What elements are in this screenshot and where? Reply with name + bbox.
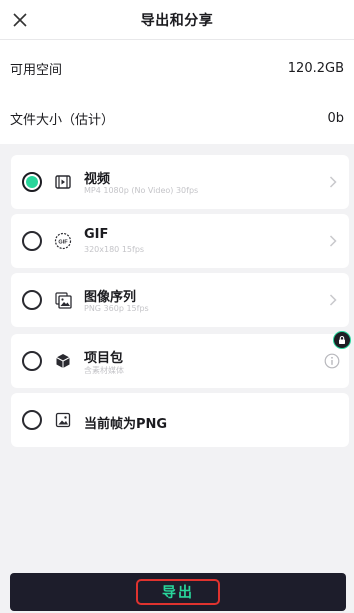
export-button[interactable]: 导出 — [136, 579, 220, 605]
option-image-sequence[interactable]: 图像序列 PNG 360p 15fps — [11, 273, 349, 327]
option-name: 项目包 — [84, 351, 124, 366]
radio-unselected[interactable] — [22, 410, 42, 430]
radio-unselected[interactable] — [22, 351, 42, 371]
chevron-right-icon[interactable] — [327, 292, 339, 308]
radio-selected[interactable] — [22, 172, 42, 192]
option-name: 图像序列 — [84, 290, 137, 305]
file-size-value: 0b — [327, 110, 344, 126]
option-name: GIF — [84, 227, 109, 242]
option-name: 当前帧为PNG — [84, 417, 168, 432]
top-bar: 导出和分享 — [0, 0, 354, 40]
radio-unselected[interactable] — [22, 231, 42, 251]
export-bar[interactable]: 导出 — [10, 573, 346, 611]
chevron-right-icon[interactable] — [327, 174, 339, 190]
info-icon[interactable] — [324, 353, 340, 369]
close-icon[interactable] — [8, 8, 32, 32]
radio-unselected[interactable] — [22, 290, 42, 310]
video-icon — [54, 173, 72, 191]
available-space-label: 可用空间 — [10, 62, 63, 78]
storage-info: 可用空间 120.2GB 文件大小（估计） 0b — [0, 40, 354, 144]
page-title: 导出和分享 — [140, 12, 214, 29]
option-current-frame-png[interactable]: 当前帧为PNG — [11, 393, 349, 447]
option-desc: 含素材媒体 — [84, 366, 124, 375]
available-space-row: 可用空间 120.2GB — [0, 48, 354, 88]
chevron-right-icon[interactable] — [327, 233, 339, 249]
option-desc: 320x180 15fps — [84, 245, 145, 254]
option-desc: PNG 360p 15fps — [84, 304, 149, 313]
file-size-row: 文件大小（估计） 0b — [0, 98, 354, 138]
option-name: 视频 — [84, 172, 111, 187]
package-icon — [54, 352, 72, 370]
svg-text:GIF: GIF — [58, 239, 68, 245]
option-desc: MP4 1080p (No Video) 30fps — [84, 186, 199, 195]
option-project-package[interactable]: 项目包 含素材媒体 — [11, 334, 349, 388]
available-space-value: 120.2GB — [287, 60, 344, 76]
option-video[interactable]: 视频 MP4 1080p (No Video) 30fps — [11, 155, 349, 209]
image-sequence-icon — [54, 291, 72, 309]
file-size-label: 文件大小（估计） — [10, 112, 115, 128]
lock-icon — [333, 331, 351, 349]
image-icon — [54, 411, 72, 429]
option-gif[interactable]: GIF GIF 320x180 15fps — [11, 214, 349, 268]
gif-icon: GIF — [54, 232, 72, 250]
